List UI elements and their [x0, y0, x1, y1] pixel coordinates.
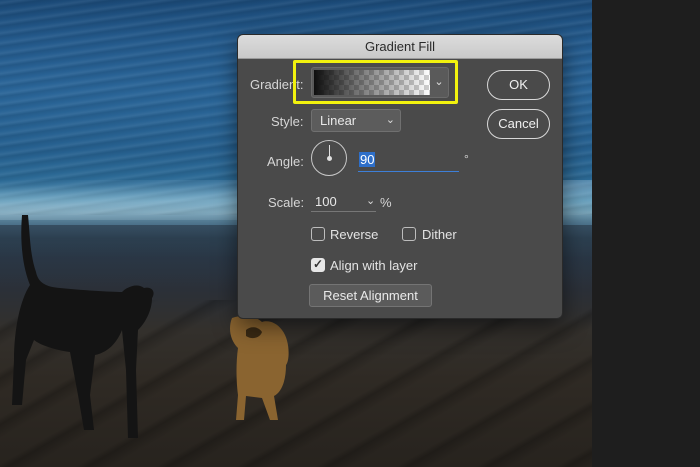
- dialog-title: Gradient Fill: [364, 39, 436, 54]
- align-with-layer-label[interactable]: Align with layer: [330, 258, 417, 273]
- reverse-checkbox[interactable]: [311, 227, 325, 241]
- reset-alignment-button[interactable]: Reset Alignment: [309, 284, 432, 307]
- angle-value: 90: [359, 152, 376, 167]
- align-with-layer-checkbox[interactable]: ✓: [311, 257, 325, 272]
- style-label: Style:: [271, 114, 304, 129]
- scale-unit: %: [380, 195, 392, 210]
- style-value: Linear: [320, 113, 357, 128]
- ok-button[interactable]: OK: [487, 70, 550, 100]
- degree-symbol: °: [464, 152, 469, 166]
- cancel-button[interactable]: Cancel: [487, 109, 550, 139]
- scale-label: Scale:: [268, 195, 305, 210]
- scale-field[interactable]: 100 ⌄: [311, 192, 376, 212]
- gradient-preview-swatch[interactable]: [314, 70, 430, 95]
- dialog-titlebar[interactable]: Gradient Fill: [238, 35, 562, 59]
- dither-label[interactable]: Dither: [422, 227, 457, 242]
- angle-label: Angle:: [267, 154, 304, 169]
- angle-dial[interactable]: [311, 140, 347, 176]
- style-select[interactable]: Linear ⌄: [311, 109, 401, 132]
- angle-input[interactable]: 90: [358, 150, 459, 172]
- reverse-label[interactable]: Reverse: [330, 227, 378, 242]
- gradient-picker[interactable]: ⌄: [311, 67, 449, 98]
- scale-value: 100: [315, 194, 337, 209]
- black-dog: [12, 215, 154, 438]
- chevron-down-icon: ⌄: [385, 114, 395, 126]
- scale-field-underline: [311, 211, 376, 212]
- chevron-down-icon[interactable]: ⌄: [366, 194, 375, 207]
- checkmark-icon: ✓: [313, 257, 324, 271]
- chevron-down-icon[interactable]: ⌄: [433, 74, 445, 90]
- dither-checkbox[interactable]: [402, 227, 416, 241]
- angle-center-dot: [327, 156, 332, 161]
